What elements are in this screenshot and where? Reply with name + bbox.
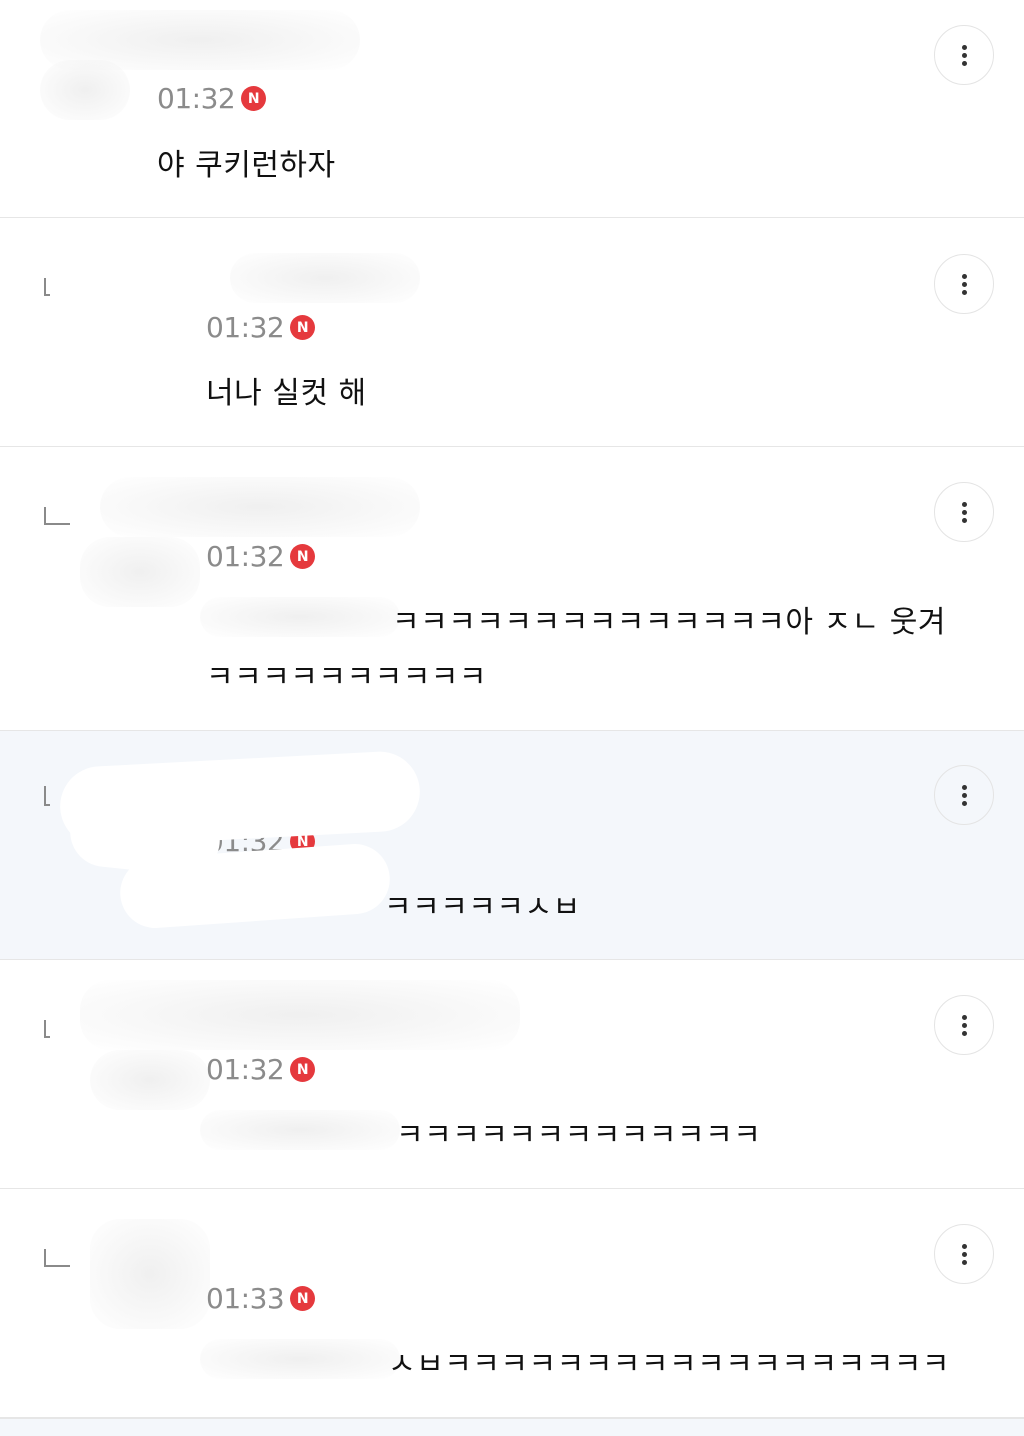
- comment-reply: 01:32 N ㅋㅋㅋㅋㅋㅋㅋㅋㅋㅋㅋㅋㅋㅋ아 ㅈㄴ 웃겨 ㅋㅋㅋㅋㅋㅋㅋㅋㅋㅋ: [0, 447, 1024, 731]
- comment-reply: 01:32 N 너나 실컷 해: [0, 218, 1024, 447]
- more-options-button[interactable]: [934, 765, 994, 825]
- new-badge: N: [290, 315, 316, 340]
- more-options-button[interactable]: [934, 254, 994, 314]
- text-area-blurred: [200, 1110, 400, 1150]
- more-options-button[interactable]: [934, 25, 994, 85]
- reply-arrow-icon: [44, 786, 50, 806]
- comment-reply: 01:32 N ㅋㅋㅋㅋㅋㅋㅋㅋㅋㅋㅋㅋㅋ: [0, 960, 1024, 1189]
- comment-text: 너나 실컷 해: [206, 376, 367, 411]
- text-area-blurred: [200, 1339, 400, 1379]
- avatar-blurred: [90, 1050, 210, 1110]
- comment-text: ㅋㅋㅋㅋㅋㅋㅋㅋㅋㅋㅋㅋㅋㅋ아 ㅈㄴ 웃겨: [392, 605, 946, 640]
- author-area-blurred: [80, 980, 520, 1050]
- comment-time: 01:32: [206, 540, 285, 573]
- new-badge: N: [241, 86, 267, 111]
- new-badge: N: [290, 1057, 316, 1082]
- comment-reply-highlighted: 01:32 N ㅋㅋㅋㅋㅋㅅㅂ: [0, 731, 1024, 960]
- comment-text-line2: ㅋㅋㅋㅋㅋㅋㅋㅋㅋㅋ: [206, 660, 487, 695]
- comment-time: 01:32: [206, 311, 285, 344]
- comment-meta: 01:32 N: [206, 311, 316, 344]
- more-vertical-icon: [961, 501, 967, 523]
- reply-arrow-icon: [44, 1020, 50, 1038]
- comment-time: 01:32: [206, 1053, 285, 1086]
- comment-text: ㅋㅋㅋㅋㅋㅅㅂ: [384, 890, 581, 925]
- more-options-button[interactable]: [934, 482, 994, 542]
- comment-text: ㅋㅋㅋㅋㅋㅋㅋㅋㅋㅋㅋㅋㅋ: [396, 1118, 762, 1153]
- comment-meta: 01:33 N: [206, 1282, 316, 1315]
- avatar-blurred: [80, 537, 200, 607]
- avatar-blurred: [40, 60, 130, 120]
- author-area-blurred: [230, 253, 420, 303]
- more-vertical-icon: [961, 44, 967, 66]
- text-area-blurred: [200, 597, 400, 637]
- comment-text: 야 쿠키런하자: [157, 148, 336, 183]
- next-comment-partial: [0, 1418, 1024, 1436]
- comment-text: ㅅㅂㅋㅋㅋㅋㅋㅋㅋㅋㅋㅋㅋㅋㅋㅋㅋㅋㅋㅋ: [388, 1347, 950, 1382]
- comment-meta: 01:32 N: [206, 540, 316, 573]
- reply-arrow-icon: [44, 278, 50, 296]
- new-badge: N: [290, 544, 316, 569]
- reply-arrow-icon: [44, 1249, 70, 1267]
- author-area-blurred: [100, 477, 420, 537]
- reply-arrow-icon: [44, 507, 70, 525]
- more-vertical-icon: [961, 1014, 967, 1036]
- comment-meta: 01:32 N: [206, 1053, 316, 1086]
- more-vertical-icon: [961, 273, 967, 295]
- more-vertical-icon: [961, 784, 967, 806]
- more-options-button[interactable]: [934, 1224, 994, 1284]
- comment-time: 01:32: [157, 82, 236, 115]
- comment-meta: 01:32 N: [157, 82, 267, 115]
- comment-time: 01:33: [206, 1282, 285, 1315]
- comment-reply: 01:33 N ㅅㅂㅋㅋㅋㅋㅋㅋㅋㅋㅋㅋㅋㅋㅋㅋㅋㅋㅋㅋ: [0, 1189, 1024, 1418]
- avatar-blurred: [90, 1219, 210, 1329]
- more-vertical-icon: [961, 1243, 967, 1265]
- new-badge: N: [290, 1286, 316, 1311]
- more-options-button[interactable]: [934, 995, 994, 1055]
- comment-item: 01:32 N 야 쿠키런하자: [0, 0, 1024, 218]
